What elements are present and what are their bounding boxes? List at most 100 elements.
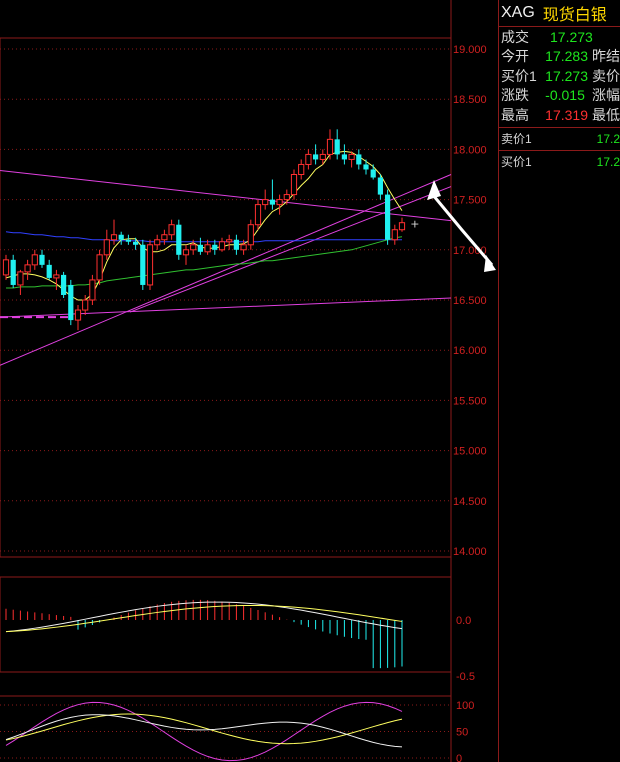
candle-body-up	[391, 229, 398, 241]
candle-body-up	[276, 199, 283, 206]
y-tick-label: 14.000	[453, 546, 487, 558]
quote-label: 今开	[501, 48, 529, 65]
candle-body-up	[146, 244, 154, 286]
candle-body-up	[290, 174, 298, 196]
y-tick-label: 15.500	[453, 395, 487, 407]
candle-body-up	[31, 254, 38, 266]
quote-label: 成交	[501, 28, 529, 45]
candle-body-up	[190, 244, 197, 251]
quote-label: 涨跌	[501, 87, 529, 104]
main-panel-frame	[0, 37, 452, 558]
y-tick-label: 18.000	[453, 144, 487, 156]
y-tick-label: 16.500	[453, 295, 487, 307]
candle-body-up	[96, 254, 103, 281]
candle-body-up	[398, 222, 406, 231]
candle-body-down	[140, 244, 146, 285]
ask-row[interactable]: 卖价1 17.2	[499, 126, 620, 150]
candle-body-up	[89, 279, 96, 301]
quote-row: 买价1 17.273 卖价	[499, 66, 620, 86]
candle-body-up	[53, 274, 60, 279]
sub-panel-1-frame	[0, 576, 452, 673]
annotation-arrowhead	[484, 255, 496, 272]
candle-body-down	[313, 154, 319, 160]
candle-body-up	[17, 271, 24, 286]
price-chart-area[interactable]: + 19.00018.50018.00017.50017.00016.50016…	[0, 0, 498, 762]
candle-body-up	[110, 234, 118, 241]
candle-body-down	[68, 284, 74, 321]
y-tick-label: 17.500	[453, 195, 487, 207]
quote-row: 今开 17.283 昨结	[499, 47, 620, 67]
sub2-tick-label: 0	[456, 753, 462, 762]
candle-body-up	[240, 244, 247, 251]
candle-body-down	[385, 194, 391, 240]
candle-body-down	[61, 274, 67, 295]
quote-extra-label: 最低	[592, 106, 620, 123]
candle-body-up	[348, 153, 355, 160]
y-tick-label: 14.500	[453, 496, 487, 508]
candle-body-up	[319, 153, 326, 160]
sub2-tick-label: 100	[456, 700, 474, 712]
candle-body-up	[182, 249, 190, 256]
quote-extra-label: 卖价	[592, 67, 620, 84]
quote-row: 最高 17.319 最低	[499, 105, 620, 125]
candle-body-up	[262, 199, 269, 206]
candle-body-down	[39, 254, 45, 265]
trendline	[0, 174, 452, 366]
dif-line	[5, 601, 403, 633]
quote-extra-label: 昨结	[592, 48, 620, 65]
candle-body-down	[356, 154, 362, 165]
book-label: 卖价1	[501, 132, 532, 146]
candle-body-up	[2, 259, 10, 276]
candle-body-down	[10, 259, 16, 285]
k-line	[5, 714, 403, 748]
candle-body-up	[168, 224, 175, 236]
quote-header: XAG 现货白银	[499, 0, 620, 27]
cursor-cross: +	[410, 218, 419, 231]
quote-value: -0.015	[545, 87, 585, 104]
quote-extra-label: 涨幅	[592, 87, 620, 104]
trendline	[0, 297, 452, 318]
candle-body-down	[377, 177, 383, 195]
candle-body-up	[74, 309, 82, 321]
candle-body-down	[233, 239, 239, 250]
quote-label: 买价1	[501, 67, 537, 84]
candle-body-down	[363, 164, 369, 170]
candle-body-down	[197, 244, 203, 252]
candle-body-up	[161, 234, 168, 241]
y-tick-label: 15.000	[453, 446, 487, 458]
quote-value: 17.283	[545, 48, 588, 65]
candle-body-up	[326, 138, 334, 155]
y-tick-label: 18.500	[453, 94, 487, 106]
ma-long-line	[5, 231, 402, 243]
candle-body-down	[269, 199, 275, 205]
candle-body-up	[305, 153, 312, 165]
y-tick-label: 19.000	[453, 44, 487, 56]
candle-body-up	[218, 241, 226, 251]
candle-body-down	[212, 244, 218, 250]
quote-panel: XAG 现货白银 成交 17.273 今开 17.283 昨结 买价1 17.273 卖价 涨跌…	[498, 0, 620, 762]
quote-label: 最高	[501, 106, 529, 123]
candle-body-down	[176, 224, 182, 255]
symbol-code: XAG	[501, 4, 535, 21]
candle-body-down	[370, 169, 376, 178]
candle-body-down	[125, 239, 131, 242]
quote-value: 17.319	[545, 106, 588, 123]
candle-body-down	[334, 139, 340, 155]
sub1-tick-label: -0.5	[456, 671, 475, 683]
candle-body-down	[46, 264, 52, 278]
bid-row[interactable]: 买价1 17.2	[499, 149, 620, 173]
candle-body-down	[341, 154, 347, 160]
book-value: 17.2	[596, 131, 620, 146]
candle-body-up	[82, 299, 89, 311]
symbol-name: 现货白银	[542, 7, 607, 24]
candle-body-up	[154, 239, 161, 246]
candle-body-up	[283, 194, 290, 201]
sub1-tick-label: 0.0	[456, 615, 471, 627]
quote-value: 17.273	[545, 67, 588, 84]
candle-body-up	[226, 239, 233, 243]
candle-body-down	[133, 241, 139, 245]
book-value: 17.2	[596, 154, 620, 169]
quote-value: 17.273	[550, 28, 593, 45]
candle-body-down	[118, 234, 124, 240]
candle-body-up	[204, 244, 211, 253]
